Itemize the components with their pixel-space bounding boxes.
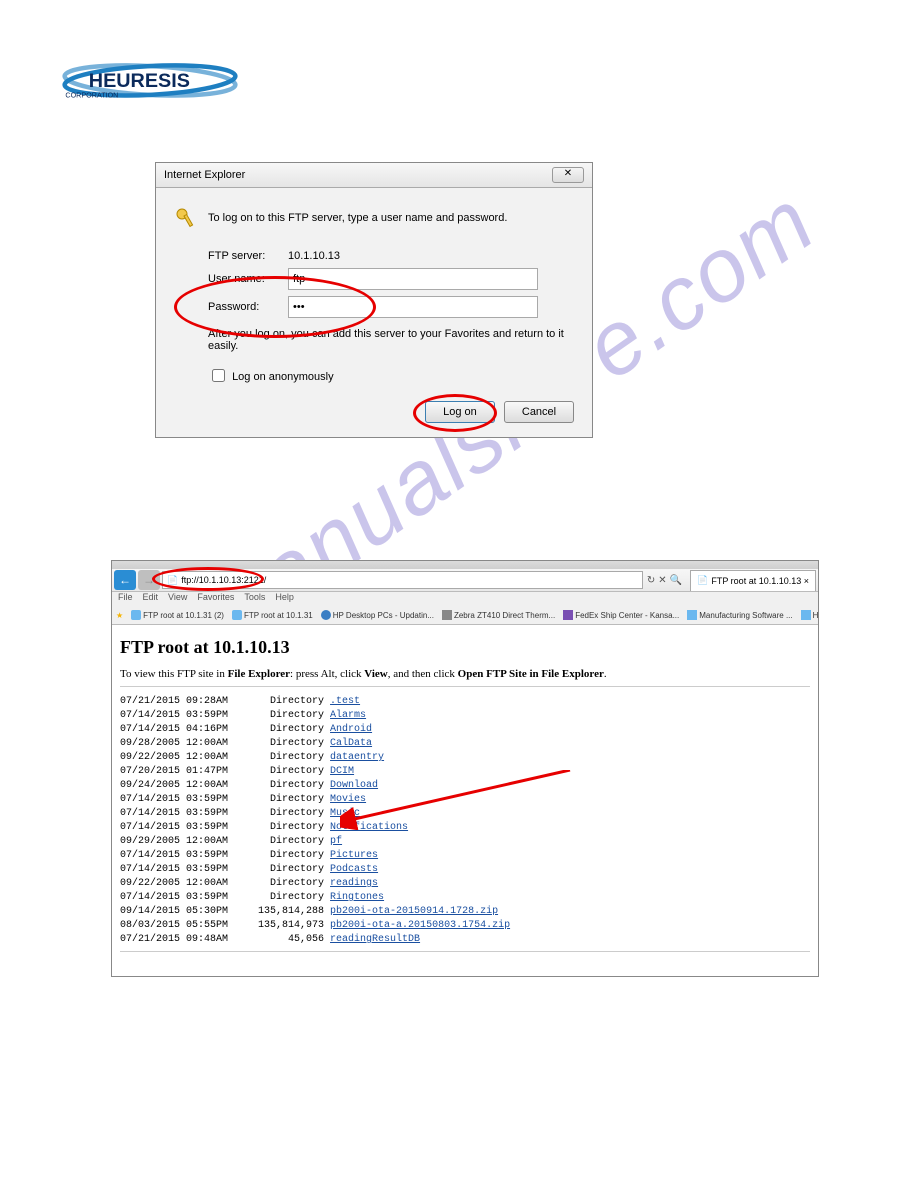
ftp-entry-link[interactable]: DCIM bbox=[330, 766, 354, 777]
fav-item[interactable]: Heuresis bbox=[801, 610, 818, 620]
ftp-entry-link[interactable]: .test bbox=[330, 696, 360, 707]
ftp-entry-link[interactable]: Android bbox=[330, 724, 372, 735]
ftp-entry-link[interactable]: readingResultDB bbox=[330, 934, 420, 945]
password-label: Password: bbox=[208, 301, 288, 313]
ftp-server-value: 10.1.10.13 bbox=[288, 250, 574, 262]
tab-icon: 📄 bbox=[697, 575, 708, 586]
logo-text: HEURESIS bbox=[89, 70, 190, 92]
anonymous-checkbox[interactable] bbox=[212, 369, 225, 382]
url-text: ftp://10.1.10.13:2121/ bbox=[181, 575, 266, 585]
logon-button[interactable]: Log on bbox=[425, 401, 495, 423]
nav-icons: ↻ ✕ 🔍 bbox=[647, 575, 682, 586]
ftp-entry-link[interactable]: Ringtones bbox=[330, 892, 384, 903]
browser-tab[interactable]: 📄 FTP root at 10.1.10.13 × bbox=[690, 570, 816, 591]
ftp-entry-link[interactable]: Notifications bbox=[330, 822, 408, 833]
password-input[interactable] bbox=[288, 296, 538, 318]
dialog-note: After you log on, you can add this serve… bbox=[208, 328, 574, 352]
page-instructions: To view this FTP site in File Explorer: … bbox=[120, 668, 810, 680]
forward-button[interactable]: → bbox=[138, 570, 160, 590]
ftp-entry-link[interactable]: Podcasts bbox=[330, 864, 378, 875]
logo-sub: CORPORATION bbox=[65, 91, 118, 100]
fav-item[interactable]: HP Desktop PCs - Updatin... bbox=[321, 610, 434, 620]
refresh-icon[interactable]: ↻ bbox=[647, 575, 655, 586]
fav-item[interactable]: FTP root at 10.1.31 (2) bbox=[131, 610, 224, 620]
ftp-entry-link[interactable]: Alarms bbox=[330, 710, 366, 721]
ftp-server-label: FTP server: bbox=[208, 250, 288, 262]
anonymous-checkbox-row: Log on anonymously bbox=[208, 366, 574, 385]
menu-favorites[interactable]: Favorites bbox=[197, 592, 234, 606]
stop-icon[interactable]: ✕ bbox=[658, 575, 666, 586]
page-heading: FTP root at 10.1.10.13 bbox=[120, 637, 810, 658]
browser-window: ← → 📄 ftp://10.1.10.13:2121/ ↻ ✕ 🔍 📄 FTP… bbox=[111, 560, 819, 977]
address-bar[interactable]: 📄 ftp://10.1.10.13:2121/ bbox=[162, 571, 643, 589]
ftp-entry-link[interactable]: dataentry bbox=[330, 752, 384, 763]
username-input[interactable] bbox=[288, 268, 538, 290]
anonymous-label: Log on anonymously bbox=[232, 371, 334, 383]
fav-item[interactable]: Manufacturing Software ... bbox=[687, 610, 792, 620]
fav-item[interactable]: Zebra ZT410 Direct Therm... bbox=[442, 610, 555, 620]
search-icon[interactable]: 🔍 bbox=[670, 575, 682, 586]
fav-item[interactable]: FedEx Ship Center - Kansa... bbox=[563, 610, 679, 620]
favorites-bar: ★ FTP root at 10.1.31 (2) FTP root at 10… bbox=[112, 606, 818, 625]
menu-file[interactable]: File bbox=[118, 592, 133, 606]
tab-title: FTP root at 10.1.10.13 × bbox=[711, 576, 809, 586]
username-label: User name: bbox=[208, 273, 288, 285]
close-icon[interactable]: ✕ bbox=[552, 167, 584, 183]
ftp-entry-link[interactable]: pf bbox=[330, 836, 342, 847]
ftp-login-dialog: Internet Explorer ✕ To log on to this FT… bbox=[155, 162, 593, 438]
ftp-entry-link[interactable]: pb200i-ota-a.20150803.1754.zip bbox=[330, 920, 510, 931]
fav-star-icon[interactable]: ★ bbox=[116, 611, 123, 620]
menu-view[interactable]: View bbox=[168, 592, 187, 606]
menu-help[interactable]: Help bbox=[275, 592, 294, 606]
page-icon: 📄 bbox=[167, 575, 178, 586]
back-button[interactable]: ← bbox=[114, 570, 136, 590]
ftp-entry-link[interactable]: CalData bbox=[330, 738, 372, 749]
menu-tools[interactable]: Tools bbox=[244, 592, 265, 606]
dialog-title: Internet Explorer bbox=[164, 163, 245, 187]
ftp-directory-listing: 07/21/2015 09:28AM Directory .test 07/14… bbox=[120, 695, 810, 947]
menu-bar: File Edit View Favorites Tools Help bbox=[112, 592, 818, 606]
key-icon bbox=[174, 206, 198, 230]
ftp-entry-link[interactable]: pb200i-ota-20150914.1728.zip bbox=[330, 906, 498, 917]
dialog-message: To log on to this FTP server, type a use… bbox=[208, 212, 507, 224]
menu-edit[interactable]: Edit bbox=[143, 592, 159, 606]
ftp-entry-link[interactable]: Movies bbox=[330, 794, 366, 805]
cancel-button[interactable]: Cancel bbox=[504, 401, 574, 423]
ftp-entry-link[interactable]: Pictures bbox=[330, 850, 378, 861]
ftp-entry-link[interactable]: readings bbox=[330, 878, 378, 889]
ftp-entry-link[interactable]: Download bbox=[330, 780, 378, 791]
logo: HEURESIS CORPORATION bbox=[60, 55, 240, 105]
fav-item[interactable]: FTP root at 10.1.31 bbox=[232, 610, 313, 620]
ftp-entry-link[interactable]: Music bbox=[330, 808, 360, 819]
